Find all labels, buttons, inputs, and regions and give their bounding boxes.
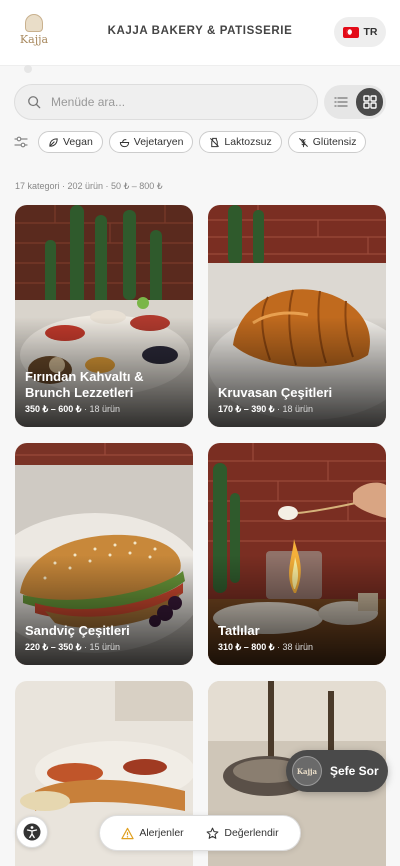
list-view-button[interactable] — [327, 88, 354, 116]
no-milk-icon — [210, 137, 220, 147]
filter-vegetarian[interactable]: Vejetaryen — [108, 131, 194, 153]
category-card-desserts[interactable]: Tatlılar 310 ₺ – 800 ₺ · 38 ürün — [208, 443, 386, 665]
item-count: · 18 ürün — [274, 404, 314, 414]
grid-icon — [362, 95, 377, 109]
filter-label: Glütensiz — [312, 136, 357, 148]
view-toggle — [324, 85, 386, 119]
price-range: 350 ₺ – 600 ₺ — [25, 404, 82, 414]
no-wheat-icon — [298, 137, 308, 147]
item-count: · 38 ürün — [274, 642, 314, 652]
search-bar[interactable] — [14, 84, 318, 120]
category-info: 220 ₺ – 350 ₺ · 15 ürün — [25, 642, 120, 653]
turkey-flag-icon — [342, 26, 359, 38]
category-title: Sandviç Çeşitleri — [25, 623, 130, 638]
accessibility-icon — [23, 823, 41, 841]
category-card-breakfast[interactable]: Fırından Kahvaltı & Brunch Lezzetleri 35… — [15, 205, 193, 427]
leaf-icon — [49, 137, 58, 147]
rate-label: Değerlendir — [224, 827, 279, 839]
item-count: · 18 ürün — [81, 404, 121, 414]
filter-vegan[interactable]: Vegan — [38, 131, 103, 153]
salad-icon — [119, 138, 129, 147]
accessibility-button[interactable] — [16, 816, 48, 848]
category-title: Tatlılar — [218, 623, 260, 638]
filter-gluten-free[interactable]: Glütensiz — [287, 131, 367, 153]
price-range: 170 ₺ – 390 ₺ — [218, 404, 275, 414]
catalog-summary: 17 kategori · 202 ürün · 50 ₺ – 800 ₺ — [15, 181, 163, 191]
bottom-action-bar: Alerjenler Değerlendir — [99, 815, 301, 851]
rate-button[interactable]: Değerlendir — [206, 827, 279, 840]
diet-filters: Vegan Vejetaryen Laktozsuz Glütensiz — [14, 130, 394, 154]
language-label: TR — [363, 26, 378, 38]
list-icon — [333, 97, 348, 107]
search-icon — [28, 96, 41, 109]
filter-sliders-icon[interactable] — [14, 135, 28, 149]
category-info: 170 ₺ – 390 ₺ · 18 ürün — [218, 404, 313, 415]
price-range: 310 ₺ – 800 ₺ — [218, 642, 275, 652]
filter-lactose-free[interactable]: Laktozsuz — [199, 131, 282, 153]
warning-icon — [121, 827, 135, 839]
category-title: Kruvasan Çeşitleri — [218, 385, 333, 400]
ask-chef-button[interactable]: Kajja Şefe Sor — [286, 750, 388, 792]
category-info: 310 ₺ – 800 ₺ · 38 ürün — [218, 642, 313, 653]
filter-label: Vegan — [63, 136, 93, 148]
allergens-label: Alerjenler — [139, 827, 184, 839]
decorative-dot — [24, 65, 32, 73]
ask-chef-label: Şefe Sor — [330, 764, 379, 778]
item-count: · 15 ürün — [81, 642, 121, 652]
filter-label: Vejetaryen — [133, 136, 184, 148]
category-card-sandwich[interactable]: Sandviç Çeşitleri 220 ₺ – 350 ₺ · 15 ürü… — [15, 443, 193, 665]
language-button[interactable]: TR — [334, 17, 386, 47]
search-input[interactable] — [51, 95, 291, 109]
category-title: Fırından Kahvaltı & Brunch Lezzetleri — [25, 369, 144, 400]
app-header: Kajja KAJJA BAKERY & PATISSERIE TR — [0, 0, 400, 66]
grid-view-button[interactable] — [356, 88, 383, 116]
category-info: 350 ₺ – 600 ₺ · 18 ürün — [25, 404, 120, 415]
filter-label: Laktozsuz — [224, 136, 272, 148]
chef-avatar: Kajja — [292, 756, 322, 786]
price-range: 220 ₺ – 350 ₺ — [25, 642, 82, 652]
category-card-croissant[interactable]: Kruvasan Çeşitleri 170 ₺ – 390 ₺ · 18 ür… — [208, 205, 386, 427]
star-icon — [206, 827, 219, 839]
allergens-button[interactable]: Alerjenler — [121, 827, 184, 840]
